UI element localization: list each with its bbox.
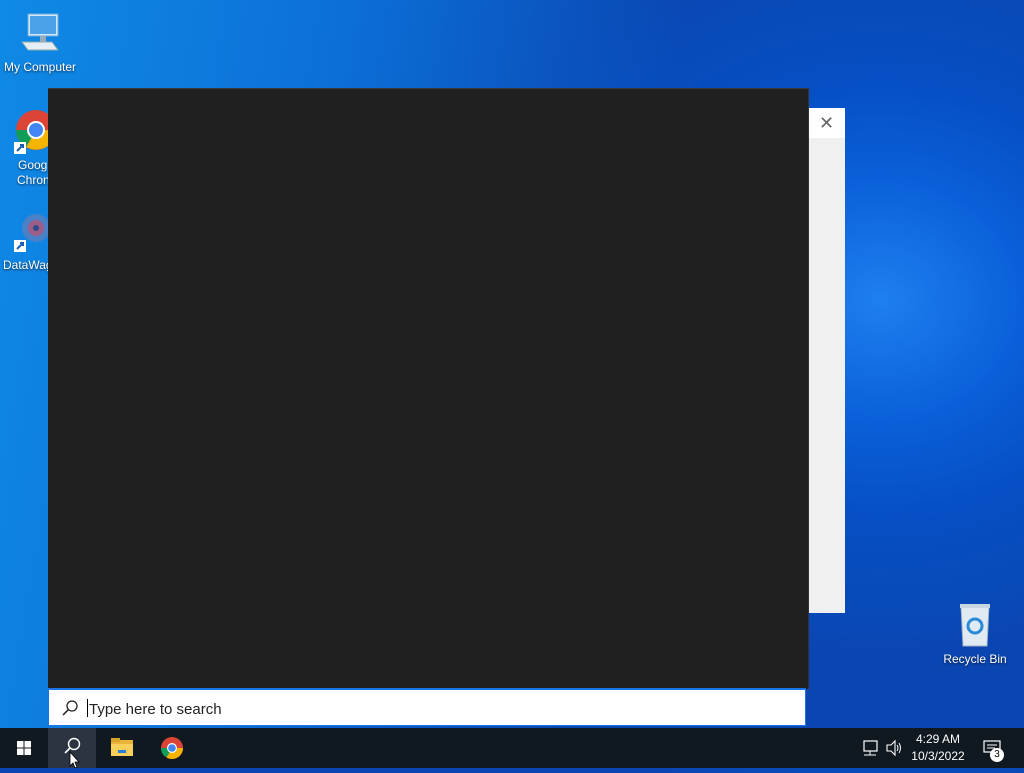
clock-date: 10/3/2022 bbox=[911, 749, 965, 763]
close-icon[interactable]: ✕ bbox=[819, 113, 834, 133]
taskbar-search-button[interactable] bbox=[48, 728, 96, 769]
folder-icon bbox=[111, 738, 133, 756]
volume-icon[interactable] bbox=[884, 728, 904, 768]
windows-logo-icon bbox=[17, 741, 31, 755]
desktop-icon-recycle-bin[interactable]: Recycle Bin bbox=[935, 602, 1015, 667]
search-icon bbox=[61, 699, 79, 722]
desktop-icon-label: My Computer bbox=[3, 60, 77, 74]
taskbar-clock[interactable]: 4:29 AM 10/3/2022 bbox=[905, 731, 971, 765]
recycle-bin-icon bbox=[951, 602, 999, 650]
text-caret bbox=[87, 699, 88, 717]
clock-time: 4:29 AM bbox=[915, 732, 961, 746]
computer-icon bbox=[16, 10, 64, 58]
taskbar-file-explorer[interactable] bbox=[98, 728, 146, 768]
search-flyout-panel bbox=[48, 88, 809, 689]
background-dialog: ✕ bbox=[808, 108, 845, 613]
taskbar: 4:29 AM 10/3/2022 bbox=[0, 728, 1024, 769]
search-bar[interactable] bbox=[48, 688, 806, 726]
search-icon bbox=[64, 737, 81, 769]
search-input[interactable] bbox=[87, 696, 791, 722]
chrome-icon bbox=[161, 737, 183, 759]
network-icon[interactable] bbox=[860, 728, 882, 768]
desktop-icon-label: Recycle Bin bbox=[943, 652, 1007, 666]
notification-count-badge: 3 bbox=[990, 748, 1004, 762]
taskbar-chrome[interactable] bbox=[148, 728, 196, 768]
dialog-titlebar: ✕ bbox=[809, 108, 845, 138]
desktop-icon-my-computer[interactable]: My Computer bbox=[0, 10, 80, 75]
start-button[interactable] bbox=[0, 728, 48, 768]
